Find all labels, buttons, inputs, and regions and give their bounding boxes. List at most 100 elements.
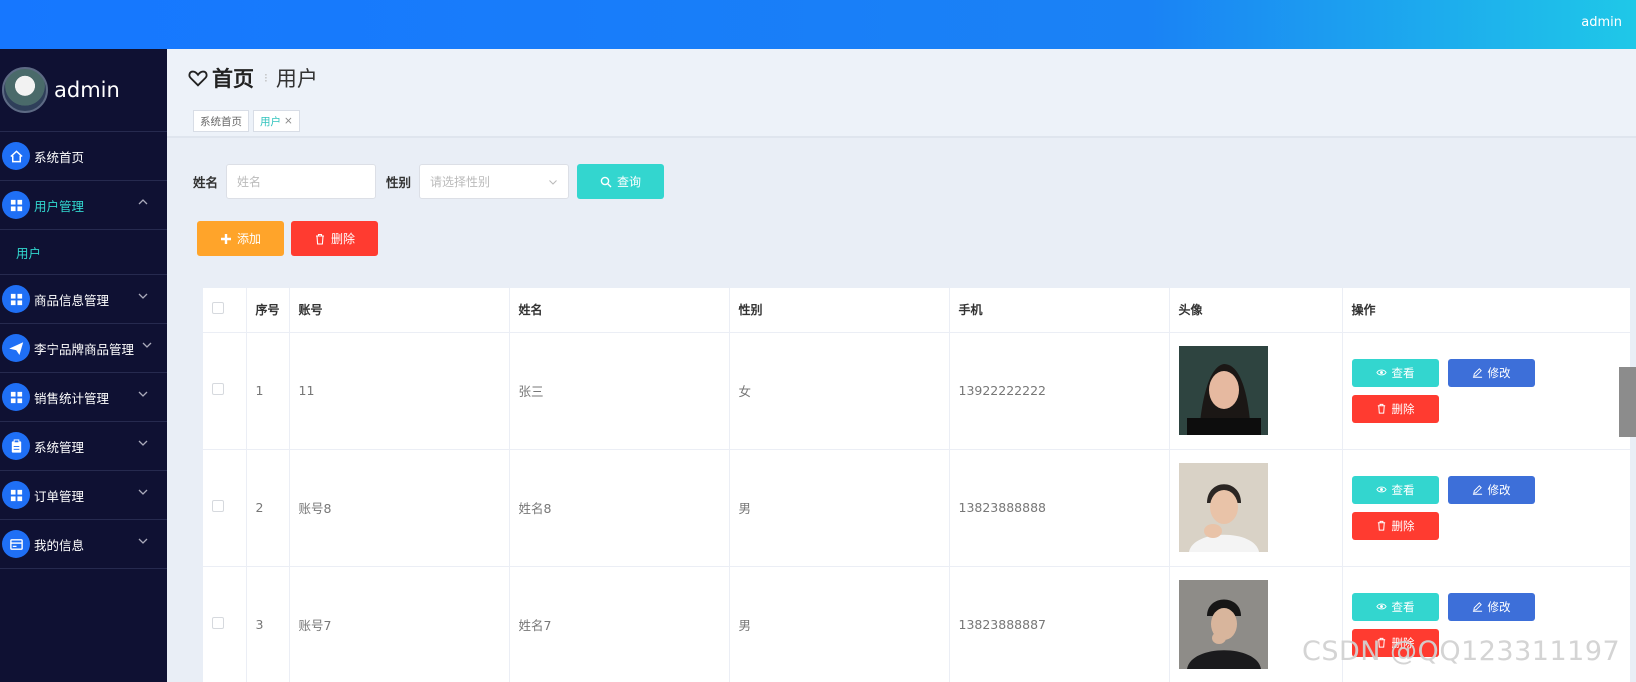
home-icon <box>2 142 30 170</box>
sidebar-item-label: 我的信息 <box>34 537 85 553</box>
account-cell: 账号7 <box>289 566 510 682</box>
avatar-photo[interactable] <box>1178 580 1268 669</box>
sidebar-item-product-info[interactable]: 商品信息管理 <box>0 275 167 324</box>
sidebar-item-label: 系统首页 <box>34 149 85 165</box>
clipboard-icon <box>2 432 30 460</box>
card-icon <box>2 530 30 558</box>
row-checkbox[interactable] <box>212 500 224 512</box>
view-button[interactable]: 查看 <box>1351 358 1439 387</box>
sidebar-item-label: 用户管理 <box>34 198 85 214</box>
tag-label: 用户 <box>260 115 281 128</box>
chevron-down-icon <box>142 342 152 348</box>
topbar-username[interactable]: admin <box>1581 15 1622 30</box>
edit-label: 修改 <box>1487 482 1511 497</box>
tag-bar: 系统首页 用户 × <box>193 110 300 132</box>
account-cell: 11 <box>289 332 510 450</box>
eye-icon <box>1375 603 1387 610</box>
checkbox-cell <box>203 449 247 567</box>
name-label: 姓名 <box>193 175 219 190</box>
chevron-down-icon <box>138 440 148 446</box>
view-label: 查看 <box>1391 599 1415 614</box>
sidebar-item-order-management[interactable]: 订单管理 <box>0 471 167 520</box>
select-all-cell <box>203 288 247 333</box>
sidebar-profile: admin <box>0 49 167 132</box>
delete-label: 删除 <box>1391 401 1415 416</box>
sidebar-item-sales-stats[interactable]: 销售统计管理 <box>0 373 167 422</box>
table-row: 1 11 张三 女 13922222222 查看 修改 删除 <box>203 332 1630 450</box>
select-all-checkbox[interactable] <box>212 302 224 315</box>
tag-label: 系统首页 <box>200 115 242 128</box>
tag-user[interactable]: 用户 × <box>253 110 300 132</box>
edit-button[interactable]: 修改 <box>1447 592 1535 621</box>
avatar-cell <box>1169 449 1343 567</box>
sidebar-item-home[interactable]: 系统首页 <box>0 132 167 181</box>
pencil-icon <box>1472 368 1482 378</box>
chevron-down-icon <box>138 391 148 397</box>
gender-label: 性别 <box>386 175 412 190</box>
sidebar-subitem-user[interactable]: 用户 <box>0 230 167 275</box>
sidebar-item-label: 订单管理 <box>34 488 85 504</box>
sidebar-item-label: 销售统计管理 <box>34 390 110 406</box>
breadcrumb: 首页 ⁝ 用户 <box>187 63 318 93</box>
sidebar-username: admin <box>54 78 120 102</box>
close-icon[interactable]: × <box>284 115 293 127</box>
grid-icon <box>2 285 30 313</box>
sidebar-item-user-management[interactable]: 用户管理 <box>0 181 167 230</box>
search-form: 姓名 性别 请选择性别 查询 <box>193 164 665 199</box>
actions-cell: 查看 修改 删除 <box>1342 332 1630 450</box>
chevron-down-icon <box>138 538 148 544</box>
add-button[interactable]: 添加 <box>197 221 284 256</box>
table-header-row: 序号 账号 姓名 性别 手机 头像 操作 <box>203 288 1630 333</box>
breadcrumb-separator: ⁝ <box>264 71 268 85</box>
delete-label: 删除 <box>330 232 355 246</box>
avatar-photo[interactable] <box>1178 346 1268 435</box>
query-button[interactable]: 查询 <box>577 164 665 199</box>
phone-cell: 13823888888 <box>949 449 1170 567</box>
index-cell: 2 <box>246 449 290 567</box>
phone-cell: 13823888887 <box>949 566 1170 682</box>
gender-select[interactable]: 请选择性别 <box>419 164 570 199</box>
gender-cell: 女 <box>729 332 950 450</box>
gender-placeholder: 请选择性别 <box>430 175 491 189</box>
delete-button[interactable]: 删除 <box>1351 394 1439 423</box>
index-cell: 1 <box>246 332 290 450</box>
edit-button[interactable]: 修改 <box>1447 475 1535 504</box>
batch-delete-button[interactable]: 删除 <box>291 221 378 256</box>
gender-cell: 男 <box>729 449 950 567</box>
delete-button[interactable]: 删除 <box>1351 511 1439 540</box>
sidebar: admin 系统首页 用户管理 用户 商品信息管理 李宁品牌商品管理 销售统计管… <box>0 49 167 682</box>
account-cell: 账号8 <box>289 449 510 567</box>
gender-cell: 男 <box>729 566 950 682</box>
eye-icon <box>1375 486 1387 493</box>
column-header: 性别 <box>729 288 950 333</box>
sidebar-item-system-management[interactable]: 系统管理 <box>0 422 167 471</box>
column-header: 操作 <box>1342 288 1630 333</box>
actions-cell: 查看 修改 删除 <box>1342 449 1630 567</box>
view-button[interactable]: 查看 <box>1351 592 1439 621</box>
trash-icon <box>1377 403 1385 414</box>
avatar <box>2 67 48 113</box>
sidebar-item-lining-products[interactable]: 李宁品牌商品管理 <box>0 324 167 373</box>
top-bar: admin <box>0 0 1636 49</box>
sidebar-item-label: 系统管理 <box>34 439 85 455</box>
scrollbar-thumb[interactable] <box>1619 367 1636 437</box>
plus-icon <box>220 233 231 244</box>
chevron-down-icon <box>138 293 148 299</box>
breadcrumb-current: 用户 <box>275 67 318 91</box>
tag-home[interactable]: 系统首页 <box>193 110 249 132</box>
row-checkbox[interactable] <box>212 617 224 629</box>
delete-label: 删除 <box>1391 518 1415 533</box>
name-input[interactable] <box>226 164 377 199</box>
column-header: 头像 <box>1169 288 1343 333</box>
sidebar-item-my-info[interactable]: 我的信息 <box>0 520 167 569</box>
view-button[interactable]: 查看 <box>1351 475 1439 504</box>
phone-cell: 13922222222 <box>949 332 1170 450</box>
row-checkbox[interactable] <box>212 383 224 395</box>
query-label: 查询 <box>617 175 642 189</box>
edit-button[interactable]: 修改 <box>1447 358 1535 387</box>
name-cell: 姓名8 <box>509 449 730 567</box>
chevron-up-icon <box>138 199 148 205</box>
breadcrumb-home[interactable]: 首页 <box>212 63 254 93</box>
table-row: 2 账号8 姓名8 男 13823888888 查看 修改 删除 <box>203 449 1630 567</box>
avatar-photo[interactable] <box>1178 463 1268 552</box>
